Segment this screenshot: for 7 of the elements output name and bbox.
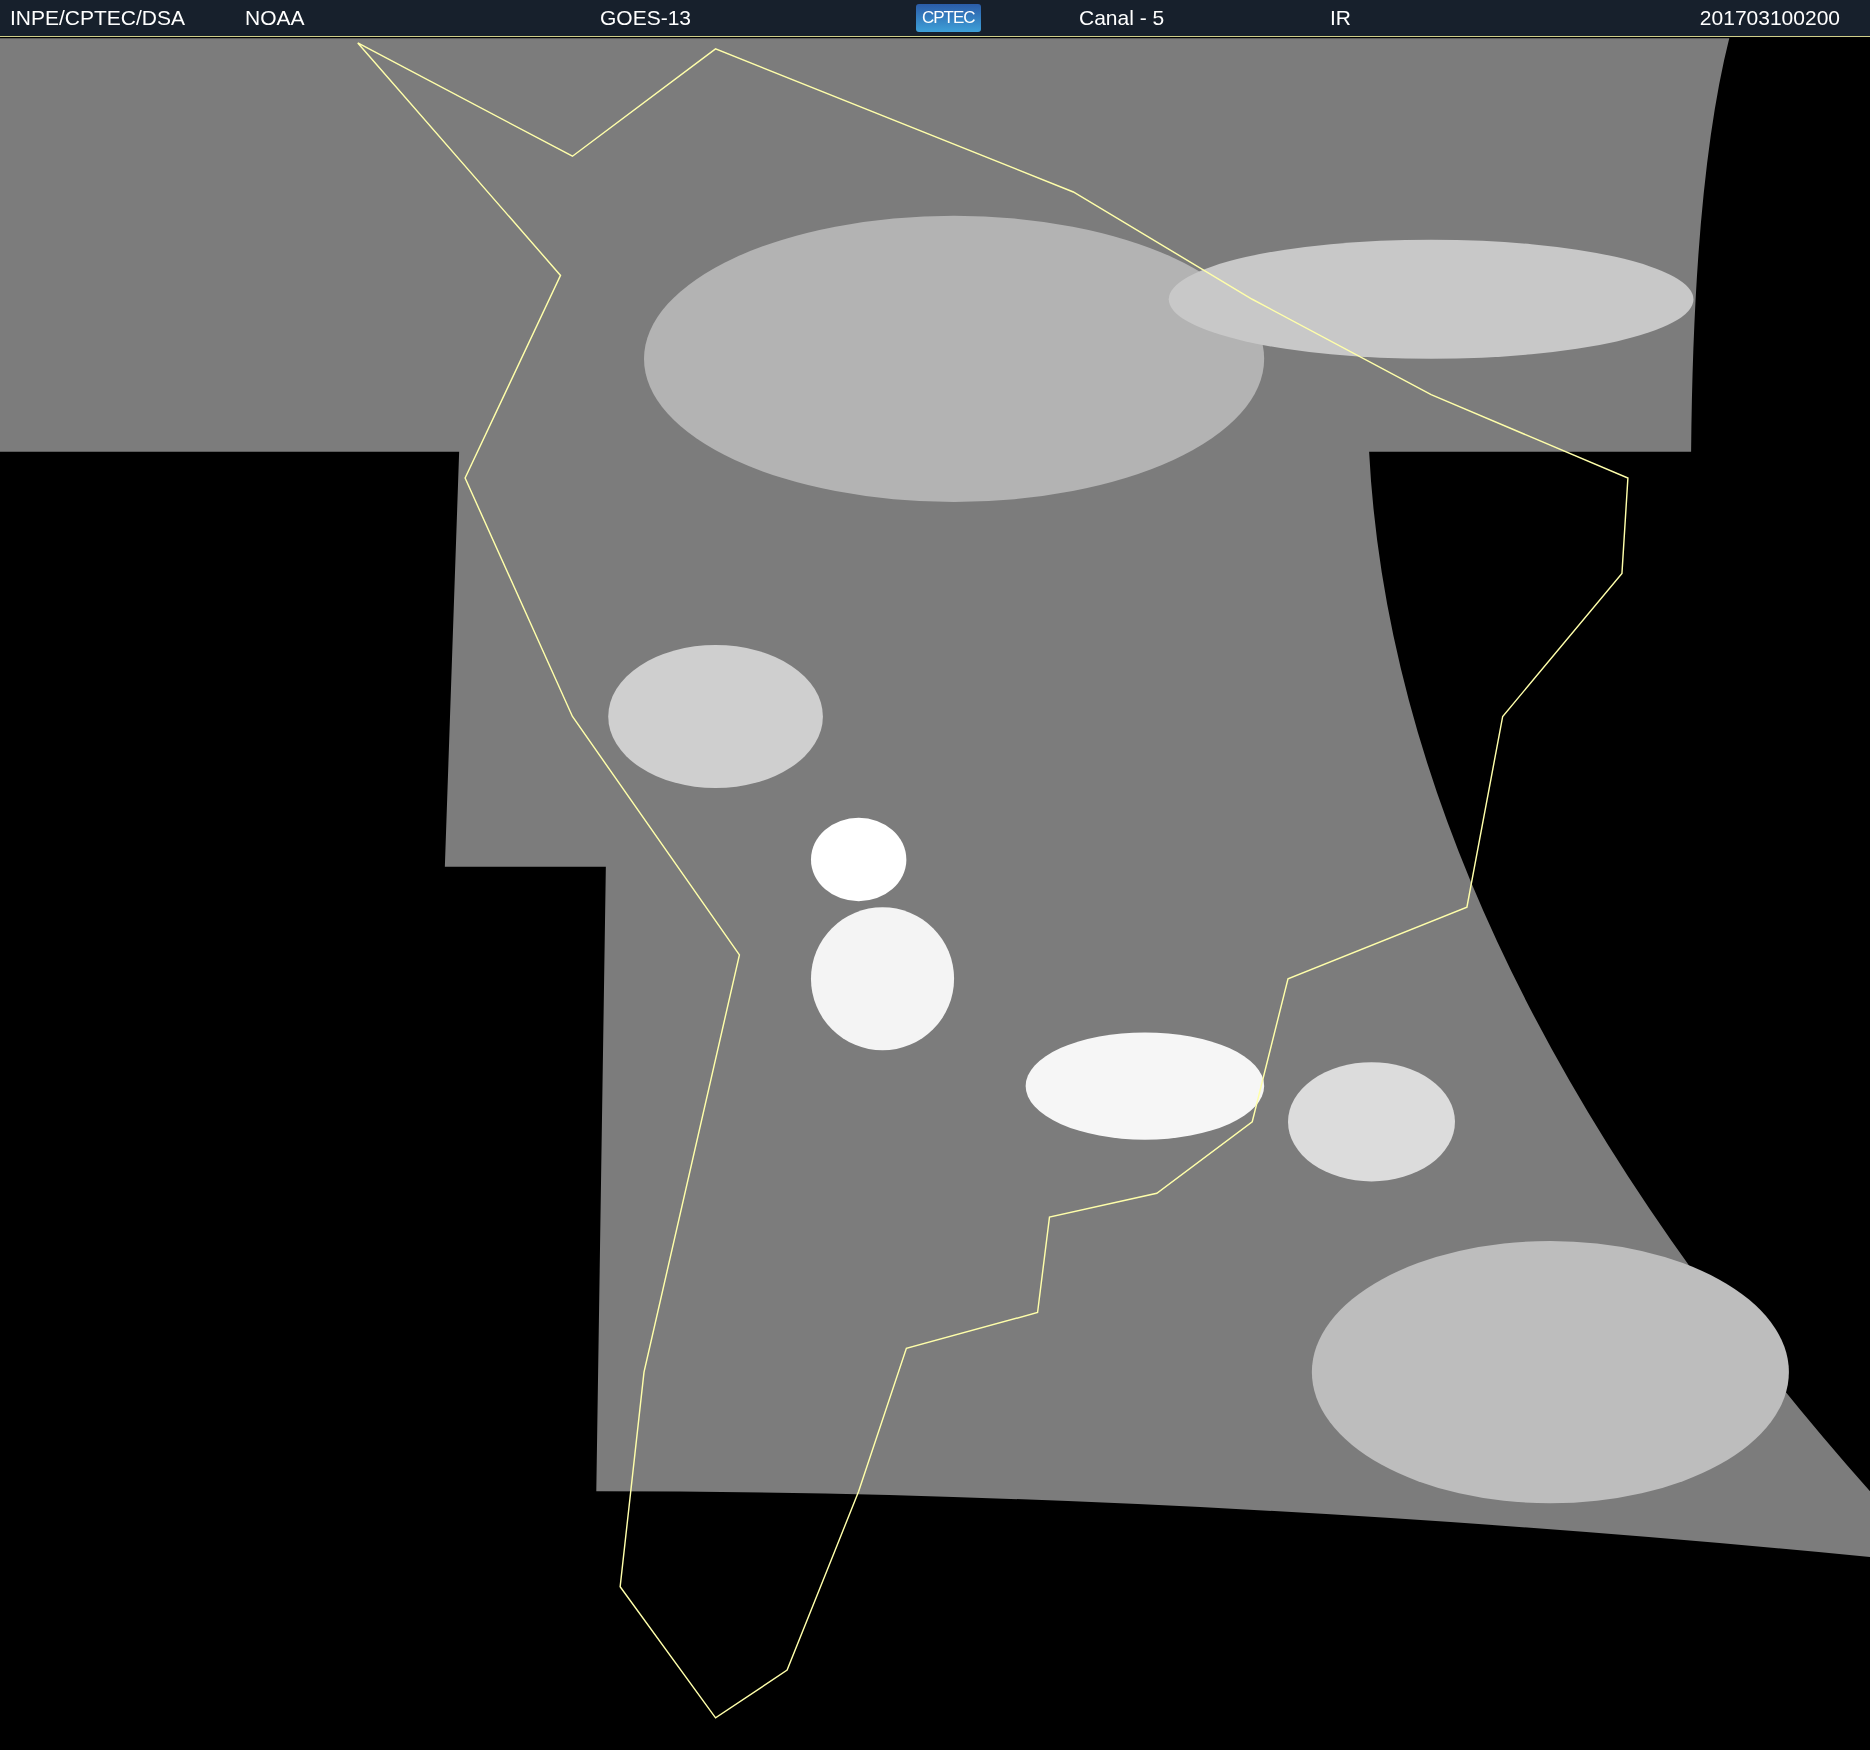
logo: CPTEC	[916, 4, 981, 32]
header-label: 201703100200	[1699, 6, 1841, 30]
header-label: IR	[1330, 6, 1351, 30]
header-label: Canal - 5	[1079, 6, 1165, 30]
header-label: NOAA	[245, 6, 305, 30]
header-label: GOES-13	[600, 6, 692, 30]
header-label: INPE/CPTEC/DSA	[9, 6, 186, 30]
